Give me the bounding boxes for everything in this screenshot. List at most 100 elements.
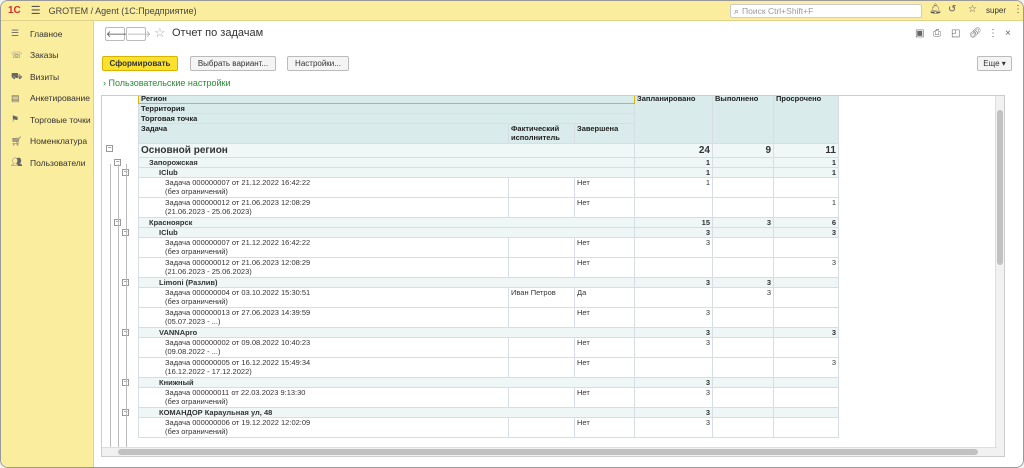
done-cell[interactable]: Нет <box>574 197 635 218</box>
sidebar-item[interactable]: 🛒︎ Номенклатура <box>1 131 93 153</box>
overdue-cell[interactable] <box>773 287 839 308</box>
preview-icon[interactable]: ◰ <box>951 28 960 39</box>
done-cell[interactable]: Нет <box>574 257 635 278</box>
overdue-cell[interactable] <box>773 407 839 418</box>
group-name-cell[interactable]: Красноярск <box>138 217 635 228</box>
planned-cell[interactable] <box>634 257 713 278</box>
overdue-cell[interactable]: 11 <box>773 143 839 158</box>
overdue-cell[interactable]: 1 <box>773 167 839 178</box>
sidebar-item[interactable]: ⛟ Визиты <box>1 66 93 88</box>
completed-cell[interactable] <box>712 307 774 328</box>
sidebar-item[interactable]: 👥︎ Пользователи <box>1 152 93 174</box>
planned-cell[interactable]: 3 <box>634 237 713 258</box>
done-cell[interactable]: Нет <box>574 237 635 258</box>
completed-cell[interactable] <box>712 377 774 388</box>
planned-cell[interactable]: 1 <box>634 167 713 178</box>
task-cell[interactable]: Задача 000000007 от 21.12.2022 16:42:22(… <box>138 237 509 258</box>
group-name-cell[interactable]: Книжный <box>138 377 635 388</box>
report-spreadsheet[interactable]: − − − − − − − − − Регион Запланировано Выполнено… <box>101 95 1005 457</box>
save-icon[interactable]: ▣ <box>915 28 924 39</box>
task-cell[interactable]: Задача 000000012 от 21.06.2023 12:08:29(… <box>138 197 509 218</box>
planned-cell[interactable]: 3 <box>634 377 713 388</box>
planned-cell[interactable]: 1 <box>634 157 713 168</box>
more-vertical-icon[interactable]: ⋮ <box>1013 4 1023 15</box>
overdue-cell[interactable] <box>773 417 839 438</box>
completed-cell[interactable]: 3 <box>712 287 774 308</box>
main-menu-icon[interactable]: ☰ <box>31 4 41 17</box>
completed-cell[interactable]: 3 <box>712 217 774 228</box>
task-cell[interactable]: Задача 000000005 от 16.12.2022 15:49:34(… <box>138 357 509 378</box>
completed-cell[interactable] <box>712 167 774 178</box>
task-cell[interactable]: Задача 000000012 от 21.06.2023 12:08:29(… <box>138 257 509 278</box>
group-name-cell[interactable]: IClub <box>138 167 635 178</box>
completed-cell[interactable] <box>712 357 774 378</box>
done-cell[interactable]: Нет <box>574 177 635 198</box>
completed-cell[interactable] <box>712 227 774 238</box>
done-cell[interactable]: Нет <box>574 417 635 438</box>
star-icon[interactable]: ☆ <box>968 4 977 15</box>
planned-cell[interactable]: 24 <box>634 143 713 158</box>
executor-cell[interactable] <box>508 197 575 218</box>
planned-cell[interactable]: 3 <box>634 337 713 358</box>
overdue-cell[interactable] <box>773 237 839 258</box>
overdue-cell[interactable]: 1 <box>773 157 839 168</box>
collapse-toggle-icon[interactable]: − <box>106 145 113 152</box>
settings-button[interactable]: Настройки... <box>287 56 349 71</box>
overdue-cell[interactable] <box>773 337 839 358</box>
task-cell[interactable]: Задача 000000002 от 09.08.2022 10:40:23(… <box>138 337 509 358</box>
link-icon[interactable]: 🔗︎ <box>969 28 982 39</box>
more-button[interactable]: Еще ▾ <box>977 56 1012 71</box>
completed-cell[interactable] <box>712 337 774 358</box>
group-name-cell[interactable]: КОМАНДОР Караульная ул, 48 <box>138 407 635 418</box>
planned-cell[interactable]: 3 <box>634 387 713 408</box>
completed-cell[interactable] <box>712 417 774 438</box>
sidebar-item[interactable]: ▤ Анкетирование <box>1 88 93 110</box>
search-input[interactable]: ⌕ Поиск Ctrl+Shift+F <box>730 4 922 18</box>
executor-cell[interactable] <box>508 307 575 328</box>
user-settings-link[interactable]: › Пользовательские настройки <box>103 78 230 88</box>
group-name-cell[interactable]: IClub <box>138 227 635 238</box>
executor-cell[interactable] <box>508 357 575 378</box>
completed-cell[interactable] <box>712 327 774 338</box>
sidebar-item[interactable]: ☏ Заказы <box>1 45 93 67</box>
completed-cell[interactable] <box>712 177 774 198</box>
done-cell[interactable]: Нет <box>574 357 635 378</box>
overdue-cell[interactable] <box>773 177 839 198</box>
planned-cell[interactable] <box>634 287 713 308</box>
planned-cell[interactable]: 3 <box>634 417 713 438</box>
overdue-cell[interactable] <box>773 387 839 408</box>
header-region[interactable]: Регион <box>138 96 635 104</box>
completed-cell[interactable]: 3 <box>712 277 774 288</box>
executor-cell[interactable] <box>508 417 575 438</box>
sidebar-item[interactable]: ⚑ Торговые точки <box>1 109 93 131</box>
overdue-cell[interactable]: 3 <box>773 227 839 238</box>
completed-cell[interactable] <box>712 197 774 218</box>
done-cell[interactable]: Нет <box>574 337 635 358</box>
planned-cell[interactable] <box>634 197 713 218</box>
overdue-cell[interactable]: 1 <box>773 197 839 218</box>
group-name-cell[interactable]: VANNApro <box>138 327 635 338</box>
completed-cell[interactable] <box>712 387 774 408</box>
executor-cell[interactable] <box>508 257 575 278</box>
forward-button[interactable]: 🡒 <box>126 27 151 41</box>
executor-cell[interactable]: Иван Петров <box>508 287 575 308</box>
planned-cell[interactable]: 3 <box>634 307 713 328</box>
task-cell[interactable]: Задача 000000004 от 03.10.2022 15:30:51(… <box>138 287 509 308</box>
overdue-cell[interactable] <box>773 377 839 388</box>
overdue-cell[interactable]: 3 <box>773 257 839 278</box>
print-icon[interactable]: ⎙ <box>933 28 941 39</box>
generate-button[interactable]: Сформировать <box>102 56 178 71</box>
more-icon[interactable]: ⋮ <box>988 28 998 39</box>
close-icon[interactable]: × <box>1005 28 1011 39</box>
overdue-cell[interactable]: 3 <box>773 357 839 378</box>
sidebar-item[interactable]: ☰ Главное <box>1 23 93 45</box>
overdue-cell[interactable] <box>773 307 839 328</box>
select-variant-button[interactable]: Выбрать вариант... <box>190 56 276 71</box>
planned-cell[interactable]: 3 <box>634 407 713 418</box>
done-cell[interactable]: Нет <box>574 307 635 328</box>
task-cell[interactable]: Задача 000000007 от 21.12.2022 16:42:22(… <box>138 177 509 198</box>
executor-cell[interactable] <box>508 177 575 198</box>
user-name[interactable]: super <box>986 6 1006 15</box>
task-cell[interactable]: Задача 000000011 от 22.03.2023 9:13:30 (б… <box>138 387 509 408</box>
group-name-cell[interactable]: Limoni (Разлив) <box>138 277 635 288</box>
